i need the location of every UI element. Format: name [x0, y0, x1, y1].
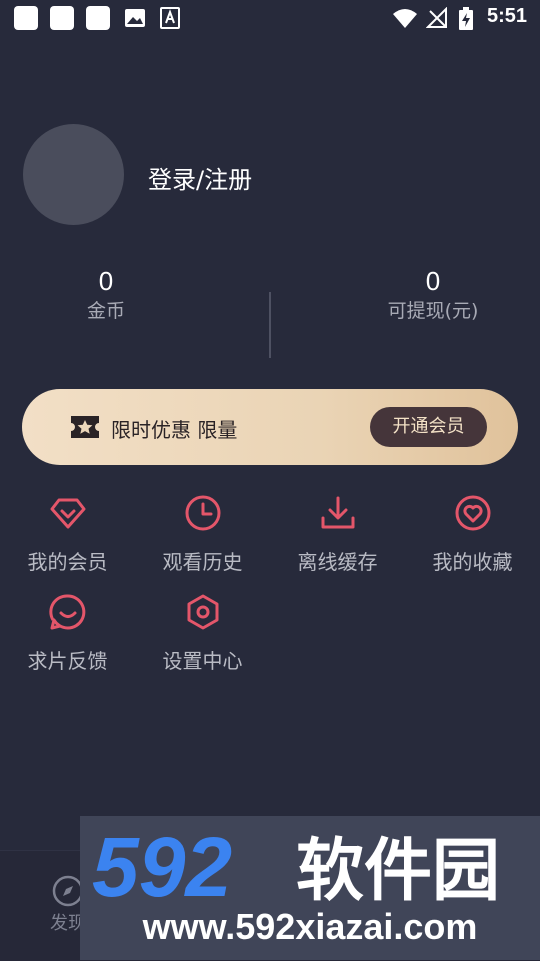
menu-item-watch-history[interactable]: 观看历史 — [135, 494, 270, 575]
font-icon — [160, 7, 180, 29]
menu-item-my-favorites[interactable]: 我的收藏 — [405, 494, 540, 575]
menu-item-my-vip[interactable]: 我的会员 — [0, 494, 135, 575]
menu-item-offline-cache[interactable]: 离线缓存 — [270, 494, 405, 575]
avatar[interactable] — [23, 124, 124, 225]
menu-item-label: 设置中心 — [162, 649, 243, 673]
withdrawable-stat[interactable]: 0 可提现(元) — [333, 264, 533, 324]
ticket-star-icon — [71, 416, 99, 438]
watermark-overlay: 592 软件园 www.592xiazai.com — [80, 816, 540, 960]
clock-icon — [185, 495, 220, 531]
vip-promo-text: 限时优惠 限量 — [111, 418, 238, 442]
heart-icon — [455, 495, 490, 531]
vip-banner[interactable]: 限时优惠 限量 开通会员 — [22, 389, 518, 465]
watermark-brand-name: 软件园 — [296, 832, 500, 911]
menu-item-label: 离线缓存 — [297, 550, 378, 574]
watermark-logo: 592 软件园 — [92, 820, 500, 912]
battery-charging-icon — [459, 7, 473, 30]
login-register-link[interactable]: 登录/注册 — [148, 160, 252, 195]
feedback-icon — [48, 594, 85, 630]
coins-stat[interactable]: 0 金币 — [6, 264, 206, 324]
open-vip-button[interactable]: 开通会员 — [370, 407, 487, 447]
download-icon — [321, 496, 354, 529]
image-icon — [125, 9, 145, 27]
status-time: 5:51 — [486, 5, 527, 27]
no-signal-icon — [426, 7, 447, 28]
notification-icon — [86, 6, 110, 30]
withdrawable-value: 0 — [425, 266, 441, 296]
stats-divider — [269, 292, 271, 358]
menu-item-settings[interactable]: 设置中心 — [135, 593, 270, 674]
menu-item-label: 我的会员 — [27, 550, 108, 574]
notification-icon — [50, 6, 74, 30]
coins-value: 0 — [98, 266, 114, 296]
menu-item-label: 求片反馈 — [27, 649, 108, 673]
settings-icon — [187, 594, 218, 630]
watermark-brand-number: 592 — [92, 820, 232, 912]
menu-item-label: 我的收藏 — [432, 550, 513, 574]
wifi-icon — [393, 9, 417, 28]
diamond-icon — [50, 498, 85, 529]
watermark-url: www.592xiazai.com — [142, 906, 478, 947]
menu-item-request-feedback[interactable]: 求片反馈 — [0, 593, 135, 674]
withdrawable-label: 可提现(元) — [387, 300, 479, 322]
notification-icon — [14, 6, 38, 30]
coins-label: 金币 — [86, 300, 125, 322]
menu-item-label: 观看历史 — [162, 550, 243, 574]
status-bar: 5:51 — [0, 0, 540, 36]
